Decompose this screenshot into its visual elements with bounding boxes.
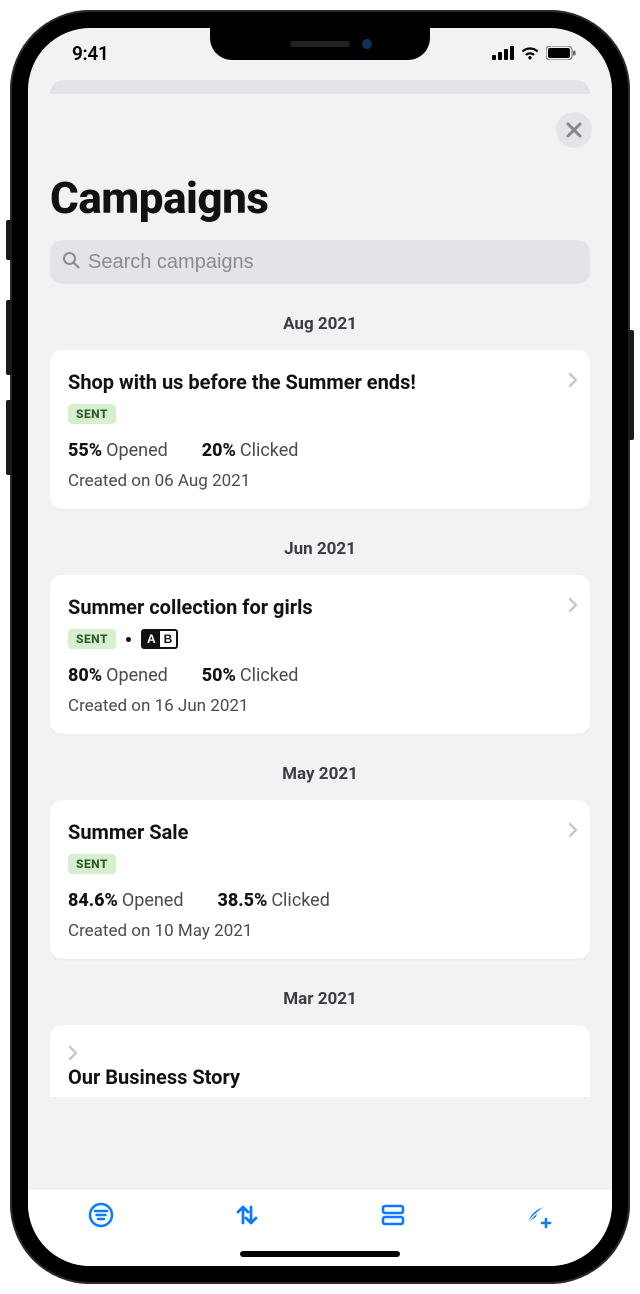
sort-icon xyxy=(233,1201,261,1229)
month-header: Mar 2021 xyxy=(50,989,590,1009)
side-button xyxy=(628,330,634,440)
opened-stat: 55%Opened xyxy=(68,440,168,461)
battery-icon xyxy=(546,46,576,60)
clicked-stat: 38.5%Clicked xyxy=(218,890,330,911)
chevron-right-icon xyxy=(568,372,578,392)
created-date: Created on 06 Aug 2021 xyxy=(68,471,572,491)
campaign-card[interactable]: Shop with us before the Summer ends! SEN… xyxy=(50,350,590,509)
opened-stat: 80%Opened xyxy=(68,665,168,686)
month-header: Aug 2021 xyxy=(50,314,590,334)
month-header: May 2021 xyxy=(50,764,590,784)
screen: 9:41 xyxy=(28,28,612,1266)
opened-stat: 84.6%Opened xyxy=(68,890,184,911)
chevron-right-icon xyxy=(568,822,578,842)
campaign-card[interactable]: Summer Sale SENT 84.6%Opened 38.5%Clicke… xyxy=(50,800,590,959)
side-button xyxy=(6,220,12,260)
tab-filter[interactable] xyxy=(28,1189,174,1266)
modal-sheet: Campaigns Aug 2021 Shop xyxy=(28,94,612,1266)
status-time: 9:41 xyxy=(72,42,109,65)
created-date: Created on 10 May 2021 xyxy=(68,921,572,941)
month-header: Jun 2021 xyxy=(50,539,590,559)
page-title: Campaigns xyxy=(50,172,590,224)
campaign-title: Our Business Story xyxy=(68,1065,572,1089)
clicked-stat: 50%Clicked xyxy=(202,665,299,686)
search-input[interactable] xyxy=(88,251,578,274)
status-badge: SENT xyxy=(68,854,116,874)
notch xyxy=(210,28,430,60)
clicked-stat: 20%Clicked xyxy=(202,440,299,461)
cellular-icon xyxy=(492,46,514,60)
campaign-list[interactable]: Aug 2021 Shop with us before the Summer … xyxy=(28,284,612,1188)
compose-icon xyxy=(524,1201,554,1229)
chevron-right-icon xyxy=(568,597,578,617)
sheet-background xyxy=(38,78,602,94)
close-button[interactable] xyxy=(556,112,592,148)
device-frame: 9:41 xyxy=(10,10,630,1284)
side-button xyxy=(6,300,12,375)
chevron-right-icon xyxy=(68,1046,78,1065)
close-icon xyxy=(566,122,582,138)
search-field[interactable] xyxy=(50,240,590,284)
layout-icon xyxy=(379,1201,407,1229)
status-badge: SENT xyxy=(68,629,116,649)
page-header: Campaigns xyxy=(28,94,612,224)
home-indicator[interactable] xyxy=(240,1251,400,1257)
filter-icon xyxy=(87,1201,115,1229)
separator-dot xyxy=(126,637,131,642)
ab-test-badge: AB xyxy=(141,629,178,649)
wifi-icon xyxy=(520,46,540,60)
campaign-card[interactable]: Summer collection for girls SENT AB 80%O… xyxy=(50,575,590,734)
tab-compose[interactable] xyxy=(466,1189,612,1266)
campaign-title: Shop with us before the Summer ends! xyxy=(68,370,572,394)
status-badge: SENT xyxy=(68,404,116,424)
created-date: Created on 16 Jun 2021 xyxy=(68,696,572,716)
campaign-title: Summer Sale xyxy=(68,820,572,844)
search-icon xyxy=(62,251,80,273)
side-button xyxy=(6,400,12,475)
campaign-title: Summer collection for girls xyxy=(68,595,572,619)
campaign-card[interactable]: Our Business Story xyxy=(50,1025,590,1097)
